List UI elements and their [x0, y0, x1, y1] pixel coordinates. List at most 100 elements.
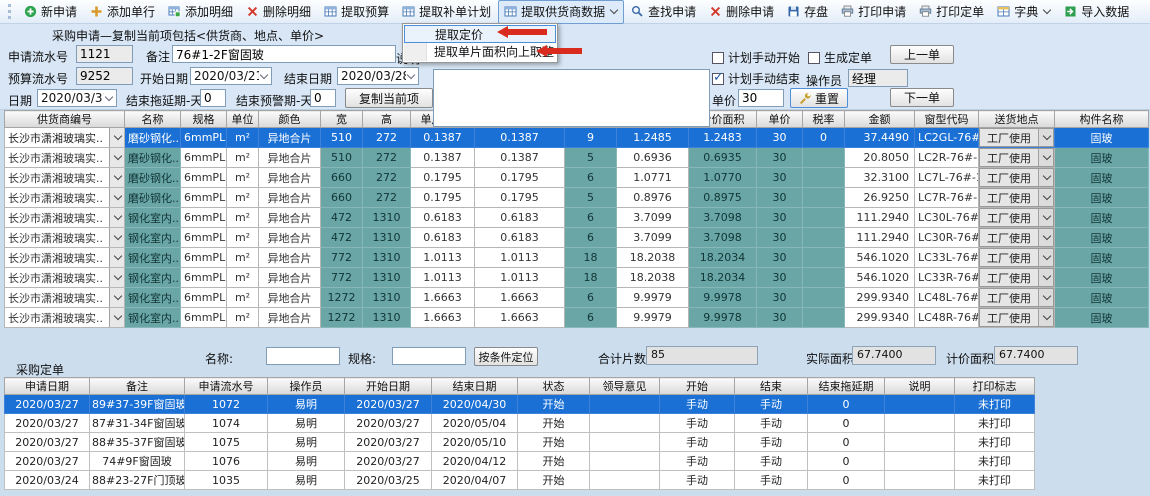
unit-price-input[interactable] — [738, 89, 784, 107]
column-header[interactable]: 税率 — [803, 111, 845, 128]
table-row[interactable]: 长沙市潇湘玻璃实..钢化室内..6mmPLE..m²异地合片127213101.… — [5, 288, 1149, 308]
note-textarea[interactable] — [433, 69, 710, 127]
operator-input[interactable] — [848, 69, 908, 87]
extract-budget-button[interactable]: 提取预算 — [318, 0, 395, 24]
filter-spec-input[interactable] — [392, 347, 466, 365]
combo-dropdown-button[interactable] — [109, 148, 124, 167]
plan-manual-end-checkbox[interactable]: 计划手动结束 — [712, 70, 800, 87]
column-header[interactable]: 高 — [363, 111, 411, 128]
column-header[interactable]: 状态 — [518, 378, 590, 395]
column-header[interactable]: 备注 — [90, 378, 185, 395]
add-single-row-button[interactable]: 添加单行 — [84, 0, 161, 24]
table-row[interactable]: 长沙市潇湘玻璃实..磨砂钢化..6mmPLE..m²异地合片5102720.13… — [5, 148, 1149, 168]
table-row[interactable]: 长沙市潇湘玻璃实..钢化室内..6mmPLE..m²异地合片47213100.6… — [5, 228, 1149, 248]
column-header[interactable]: 名称 — [125, 111, 181, 128]
combo-dropdown-button[interactable] — [1038, 309, 1053, 326]
remark-input[interactable] — [172, 45, 396, 63]
combo-dropdown-button[interactable] — [109, 308, 124, 327]
extract-supplier-data-button[interactable]: 提取供货商数据 — [498, 0, 624, 24]
locate-by-condition-button[interactable]: 按条件定位 — [474, 347, 538, 366]
column-header[interactable]: 申请日期 — [5, 378, 90, 395]
table-row[interactable]: 长沙市潇湘玻璃实..磨砂钢化..6mmPLE..m²异地合片6602720.17… — [5, 188, 1149, 208]
combo-dropdown-button[interactable] — [1038, 209, 1053, 226]
column-header[interactable]: 供货商编号 — [5, 111, 125, 128]
delete-detail-button[interactable]: 删除明细 — [240, 0, 317, 24]
delete-application-button[interactable]: 删除申请 — [703, 0, 780, 24]
import-data-button[interactable]: 导入数据 — [1058, 0, 1135, 24]
column-header[interactable]: 单位 — [227, 111, 259, 128]
table-row[interactable]: 2020/03/2774#9F窗固玻1076易明2020/03/272020/0… — [5, 452, 1035, 471]
combo-dropdown-button[interactable] — [109, 228, 124, 247]
chevron-down-icon[interactable] — [407, 70, 415, 78]
column-header[interactable]: 说明 — [885, 378, 955, 395]
extract-piece-area-round-up-menu-item[interactable]: 提取单片面积向上取整 — [404, 43, 556, 61]
next-order-button[interactable]: 下一单 — [890, 88, 954, 107]
column-header[interactable]: 打印标志 — [955, 378, 1035, 395]
combo-dropdown-button[interactable] — [1038, 249, 1053, 266]
column-header[interactable]: 结束拖延期 — [808, 378, 885, 395]
find-application-button[interactable]: 查找申请 — [625, 0, 702, 24]
plan-manual-start-checkbox[interactable]: 计划手动开始 — [712, 49, 800, 66]
table-row[interactable]: 长沙市潇湘玻璃实..钢化室内..6mmPLE..m²异地合片127213101.… — [5, 308, 1149, 328]
column-header[interactable]: 结束 — [735, 378, 808, 395]
table-row[interactable]: 长沙市潇湘玻璃实..钢化室内..6mmPLE..m²异地合片47213100.6… — [5, 208, 1149, 228]
column-header[interactable]: 申请流水号 — [185, 378, 268, 395]
print-order-button[interactable]: 打印定单 — [913, 0, 990, 24]
column-header[interactable]: 窗型代码 — [915, 111, 979, 128]
save-disk-button[interactable]: 存盘 — [781, 0, 834, 24]
end-delay-input[interactable] — [200, 89, 226, 107]
combo-dropdown-button[interactable] — [109, 248, 124, 267]
combo-dropdown-button[interactable] — [1038, 269, 1053, 286]
filter-name-input[interactable] — [266, 347, 340, 365]
combo-dropdown-button[interactable] — [109, 128, 124, 147]
table-row[interactable]: 2020/03/2787#31-34F窗固玻1074易明2020/03/2720… — [5, 414, 1035, 433]
end-date-combobox[interactable]: 2020/03/28 — [337, 67, 419, 85]
chevron-down-icon[interactable] — [105, 92, 113, 100]
combo-dropdown-button[interactable] — [109, 188, 124, 207]
column-header[interactable]: 构件名称 — [1055, 111, 1149, 128]
dictionary-button[interactable]: 字典 — [991, 0, 1057, 24]
column-header[interactable]: 宽 — [321, 111, 363, 128]
combo-dropdown-button[interactable] — [1038, 289, 1053, 306]
extract-supplement-plan-button[interactable]: 提取补单计划 — [396, 0, 497, 24]
table-row[interactable]: 长沙市潇湘玻璃实..钢化室内..6mmPLE..m²异地合片77213101.0… — [5, 248, 1149, 268]
end-warning-input[interactable] — [310, 89, 336, 107]
table-row[interactable]: 长沙市潇湘玻璃实..钢化室内..6mmPLE..m²异地合片77213101.0… — [5, 268, 1149, 288]
column-header[interactable]: 开始 — [660, 378, 735, 395]
add-detail-button[interactable]: 添加明细 — [162, 0, 239, 24]
combo-dropdown-button[interactable] — [1038, 149, 1053, 166]
reset-button[interactable]: 重置 — [790, 88, 848, 108]
column-header[interactable]: 单价 — [757, 111, 803, 128]
column-header[interactable]: 金额 — [845, 111, 915, 128]
combo-dropdown-button[interactable] — [109, 208, 124, 227]
table-row[interactable]: 2020/03/2789#37-39F窗固玻1072易明2020/03/2720… — [5, 395, 1035, 414]
chevron-down-icon[interactable] — [260, 70, 268, 78]
budget-number-input[interactable] — [76, 67, 133, 85]
previous-order-button[interactable]: 上一单 — [890, 45, 954, 64]
print-application-button[interactable]: 打印申请 — [835, 0, 912, 24]
column-header[interactable]: 开始日期 — [345, 378, 432, 395]
combo-dropdown-button[interactable] — [1038, 229, 1053, 246]
new-application-button[interactable]: 新申请 — [18, 0, 83, 24]
combo-dropdown-button[interactable] — [1038, 169, 1053, 186]
column-header[interactable]: 领导意见 — [590, 378, 660, 395]
table-row[interactable]: 长沙市潇湘玻璃实..磨砂钢化..6mmPLE..m²异地合片5102720.13… — [5, 128, 1149, 148]
column-header[interactable]: 操作员 — [268, 378, 345, 395]
column-header[interactable]: 颜色 — [259, 111, 321, 128]
generate-order-checkbox[interactable]: 生成定单 — [808, 49, 872, 66]
date-combobox[interactable]: 2020/03/31 — [37, 89, 117, 107]
checkbox-icon[interactable] — [808, 52, 820, 64]
copy-current-item-button[interactable]: 复制当前项 — [345, 88, 433, 108]
combo-dropdown-button[interactable] — [109, 168, 124, 187]
checkbox-icon[interactable] — [712, 73, 724, 85]
serial-number-input[interactable] — [76, 45, 133, 63]
table-row[interactable]: 2020/03/2788#35-37F窗固玻1075易明2020/03/2720… — [5, 433, 1035, 452]
combo-dropdown-button[interactable] — [109, 288, 124, 307]
column-header[interactable]: 规格 — [181, 111, 227, 128]
combo-dropdown-button[interactable] — [1038, 189, 1053, 206]
table-row[interactable]: 2020/03/2488#23-27F门顶玻1035易明2020/03/2520… — [5, 471, 1035, 490]
table-row[interactable]: 长沙市潇湘玻璃实..磨砂钢化..6mmPLE..m²异地合片6602720.17… — [5, 168, 1149, 188]
combo-dropdown-button[interactable] — [109, 268, 124, 287]
checkbox-icon[interactable] — [712, 52, 724, 64]
start-date-combobox[interactable]: 2020/03/21 — [190, 67, 272, 85]
